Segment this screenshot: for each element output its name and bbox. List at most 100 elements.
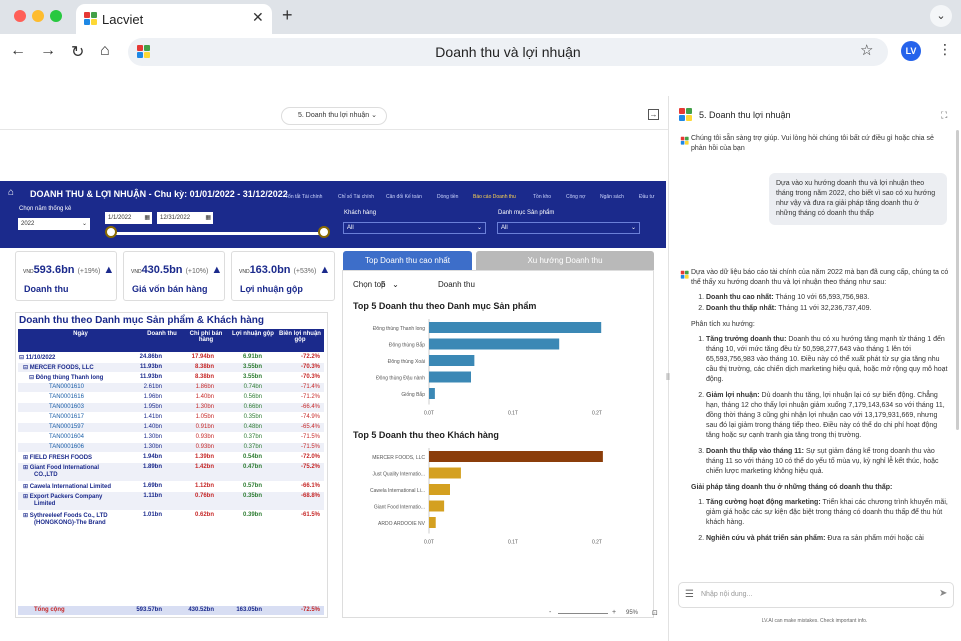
cell-profit: 0.54bn [242, 454, 262, 460]
browser-tab[interactable]: Lacviet ✕ [76, 4, 272, 34]
cell-cost: 0.62bn [194, 512, 214, 518]
cell-profit: 3.55bn [242, 364, 262, 370]
tab-ngan-sach[interactable]: Ngân sách [600, 194, 624, 200]
cell-cost: 1.12bn [194, 483, 214, 489]
analysis-title: Phân tích xu hướng: [691, 321, 755, 328]
zoom-out-icon[interactable]: - [549, 609, 551, 616]
avatar[interactable]: LV [901, 41, 921, 61]
category-label: Đông thùng Bắp [389, 342, 425, 349]
table-row[interactable]: TAN0001597 1.40bn 0.91bn 0.48bn -65.4% [18, 423, 324, 432]
col-header-profit[interactable]: Lợi nhuận gộp [230, 331, 276, 337]
collapse-panel-icon[interactable]: → [648, 109, 659, 120]
cell-revenue: 11.93bn [139, 374, 162, 380]
table-row[interactable]: TAN0001616 1.96bn 1.40bn 0.56bn -71.2% [18, 393, 324, 402]
cell-margin: -75.2% [300, 464, 320, 470]
cell-cost: 0.76bn [194, 493, 214, 499]
solutions-title: Giải pháp tăng doanh thu ở những tháng c… [691, 484, 893, 491]
tab-ton-kho[interactable]: Tồn kho [533, 194, 551, 200]
table-row[interactable]: TAN0001617 1.41bn 1.05bn 0.35bn -74.9% [18, 413, 324, 422]
tab-cong-no[interactable]: Công nợ [566, 194, 585, 200]
date-to-field[interactable]: 12/31/2022 ▦ [157, 212, 213, 224]
assistant-avatar-icon [680, 270, 689, 279]
item-text: Tháng 11 với 32,236,737,409. [776, 305, 872, 312]
item-heading: Doanh thu cao nhất: [706, 294, 774, 301]
table-row[interactable]: ⊞ Sythreeleef Foods Co., LTD (HONGKONG)-T… [18, 511, 324, 529]
zoom-in-icon[interactable]: + [612, 609, 616, 616]
table-row[interactable]: ⊞ Giant Food International CO.,LTD 1.89bn 1… [18, 463, 324, 481]
col-header-revenue[interactable]: Doanh thu [143, 331, 181, 337]
minimize-window-button[interactable] [32, 10, 44, 22]
table-row[interactable]: TAN0001610 2.61bn 1.86bn 0.74bn -71.4% [18, 383, 324, 392]
col-header-margin[interactable]: Biên lợi nhuận gộp [276, 331, 324, 343]
maximize-window-button[interactable] [50, 10, 62, 22]
table-row[interactable]: ⊞ Export Packers Company Limited 1.11bn 0.7… [18, 492, 324, 510]
close-window-button[interactable] [14, 10, 26, 22]
col-header-date[interactable]: Ngày [18, 331, 143, 337]
table-row[interactable]: ⊞ FIELD FRESH FOODS 1.94bn 1.39bn 0.54bn -72… [18, 453, 324, 462]
tab-tong-tat[interactable]: Tổn tắt Tài chính [285, 194, 322, 200]
table-row[interactable]: TAN0001604 1.30bn 0.93bn 0.37bn -71.5% [18, 433, 324, 442]
send-icon[interactable]: ➤ [939, 588, 947, 599]
table-row[interactable]: ⊟ Đông thùng Thanh long 11.93bn 8.38bn 3.55… [18, 373, 324, 382]
new-tab-icon[interactable]: + [282, 5, 293, 26]
cell-margin: -68.8% [300, 493, 320, 499]
tab-top-revenue[interactable]: Top Doanh thu cao nhất [343, 251, 472, 270]
slider-start-handle[interactable] [105, 226, 117, 238]
browser-menu-icon[interactable]: ⋮ [938, 41, 952, 58]
cell-margin: -65.4% [300, 424, 320, 430]
home-icon[interactable]: ⌂ [8, 187, 14, 198]
table-row[interactable]: ⊟ MERCER FOODS, LLC 11.93bn 8.38bn 3.55bn -7… [18, 363, 324, 372]
date-from-field[interactable]: 1/1/2022 ▦ [105, 212, 152, 224]
category-dropdown[interactable]: All ⌄ [497, 222, 640, 234]
year-dropdown[interactable]: 2022 ⌄ [18, 218, 90, 230]
assistant-answer: Dựa vào dữ liệu báo cáo tài chính của nă… [691, 268, 949, 550]
close-tab-icon[interactable]: ✕ [252, 9, 264, 26]
bar [429, 500, 445, 512]
url-field[interactable]: Doanh thu và lợi nhuận [128, 38, 888, 66]
col-header-cost[interactable]: Chi phí bán hàng [183, 331, 229, 343]
date-range-slider[interactable] [110, 232, 325, 235]
tab-search-chevron-icon[interactable]: ⌄ [930, 5, 952, 27]
resize-handle-icon[interactable]: ⦀ [666, 372, 670, 383]
assistant-panel: 5. Doanh thu lợi nhuận ⛶ Chúng tôi sẵn s… [668, 96, 961, 641]
cell-cost: 1.42bn [194, 464, 214, 470]
menu-lines-icon[interactable]: ☰ [685, 589, 694, 600]
tab-bao-cao-doanh-thu[interactable]: Báo cáo Doanh thu [473, 194, 516, 200]
page-selector[interactable]: 5. Doanh thu lợi nhuận ⌄ [281, 107, 387, 125]
tab-revenue-trend[interactable]: Xu hướng Doanh thu [476, 251, 654, 270]
reload-icon[interactable]: ↻ [71, 42, 84, 62]
user-message: Dựa vào xu hướng doanh thu và lợi nhuận … [769, 173, 947, 225]
bookmark-star-icon[interactable]: ☆ [860, 41, 873, 59]
browser-window: Lacviet ✕ + ⌄ ← → ↻ ⌂ Doanh thu và lợi n… [0, 0, 961, 641]
table-row[interactable]: ⊟ 11/10/2022 24.86bn 17.94bn 6.91bn -72.2% [18, 353, 324, 362]
tab-dong-tien[interactable]: Dòng tiền [437, 194, 458, 200]
bar [429, 355, 475, 366]
kpi-change: (+53%) [293, 268, 317, 275]
tab-chi-so[interactable]: Chỉ số Tài chính [338, 194, 374, 200]
table-row[interactable]: TAN0001606 1.30bn 0.93bn 0.37bn -71.5% [18, 443, 324, 452]
cell-revenue: 1.30bn [143, 444, 162, 450]
item-text: Dù doanh thu tăng, lợi nhuận lại có sự b… [706, 392, 945, 439]
back-icon[interactable]: ← [10, 42, 26, 60]
item-heading: Nghiên cứu và phát triển sản phẩm: [706, 535, 826, 542]
tab-dau-tu[interactable]: Đầu tư [639, 194, 654, 200]
zoom-slider[interactable] [558, 613, 608, 614]
chat-input[interactable]: ☰ Nhập nội dung... ➤ [678, 582, 954, 608]
row-label: ⊞ FIELD FRESH FOODS [23, 455, 93, 461]
cell-revenue: 1.94bn [142, 454, 162, 460]
chat-scrollbar[interactable] [956, 130, 959, 430]
category-label: Đông thùng Đậu nành [376, 376, 425, 382]
fit-page-icon[interactable]: ⊡ [652, 609, 658, 617]
cell-profit: 0.35bn [242, 493, 262, 499]
forward-icon[interactable]: → [40, 42, 56, 60]
tab-can-doi[interactable]: Cân đối Kế toán [386, 194, 422, 200]
table-row[interactable]: TAN0001603 1.95bn 1.30bn 0.66bn -66.4% [18, 403, 324, 412]
cell-revenue: 1.30bn [143, 434, 162, 440]
table-row[interactable]: ⊞ Cawela International Limited 1.69bn 1.12… [18, 482, 324, 491]
cell-profit: 0.56bn [243, 394, 262, 400]
home-icon[interactable]: ⌂ [100, 42, 110, 60]
customer-dropdown[interactable]: All ⌄ [343, 222, 486, 234]
row-label-wrap: Limited [34, 501, 56, 507]
expand-icon[interactable]: ⛶ [941, 110, 947, 121]
slider-end-handle[interactable] [318, 226, 330, 238]
